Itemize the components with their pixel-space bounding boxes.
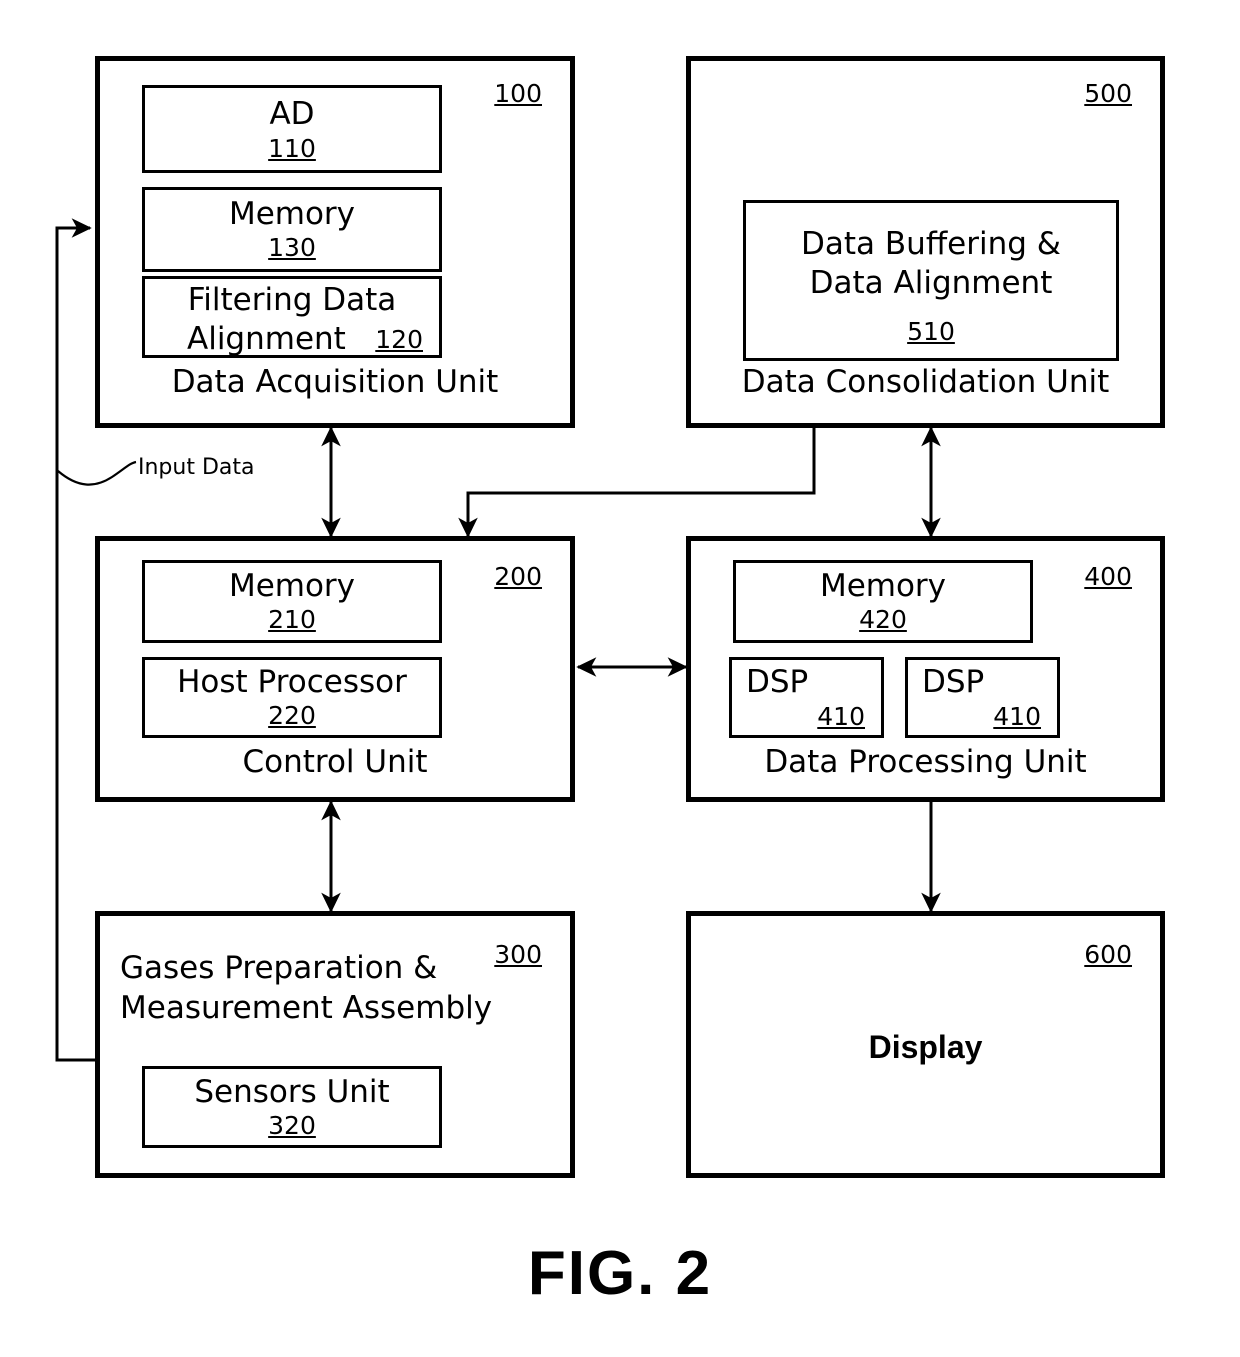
data-processing-unit-ref: 400	[1084, 562, 1132, 591]
control-unit-ref: 200	[494, 562, 542, 591]
display-label: Display	[868, 1029, 983, 1065]
sensors-unit-block[interactable]: Sensors Unit 320	[142, 1066, 442, 1148]
memory-420-block[interactable]: Memory 420	[733, 560, 1033, 643]
gases-preparation-name-line2: Measurement Assembly	[120, 990, 493, 1026]
gases-preparation-measurement-assembly[interactable]: 300 Gases Preparation & Measurement Asse…	[95, 911, 575, 1178]
memory-420-ref: 420	[859, 605, 907, 634]
dsp-left-ref: 410	[817, 702, 865, 731]
dsp-left-block[interactable]: DSP 410	[729, 657, 884, 738]
filtering-data-alignment-block[interactable]: Filtering Data Alignment 120	[142, 276, 442, 358]
data-acquisition-unit-ref: 100	[494, 79, 542, 108]
data-consolidation-unit[interactable]: 500 Data Buffering & Data Alignment 510 …	[686, 56, 1165, 428]
connector-gases-dau-feedback	[55, 218, 95, 1062]
filtering-data-alignment-ref: 120	[375, 325, 423, 354]
dsp-left-label: DSP	[746, 664, 809, 700]
memory-210-ref: 210	[268, 605, 316, 634]
data-consolidation-unit-ref: 500	[1084, 79, 1132, 108]
input-data-leader-line	[57, 460, 137, 486]
display-ref: 600	[1084, 940, 1132, 969]
ad-block[interactable]: AD 110	[142, 85, 442, 173]
control-unit[interactable]: 200 Memory 210 Host Processor 220 Contro…	[95, 536, 575, 802]
host-processor-label: Host Processor	[177, 664, 407, 700]
dsp-right-label: DSP	[922, 664, 985, 700]
data-processing-unit-name: Data Processing Unit	[764, 744, 1087, 780]
control-unit-name: Control Unit	[242, 744, 428, 780]
data-buffering-label-line1: Data Buffering &	[801, 226, 1061, 262]
memory-420-label: Memory	[819, 568, 947, 604]
input-data-label: Input Data	[138, 455, 255, 480]
ad-label: AD	[269, 96, 315, 132]
data-acquisition-unit[interactable]: 100 AD 110 Memory 130 Filtering Data Ali…	[95, 56, 575, 428]
data-buffering-ref: 510	[907, 317, 955, 346]
memory-210-block[interactable]: Memory 210	[142, 560, 442, 643]
data-buffering-label-line2: Data Alignment	[809, 265, 1053, 301]
filtering-data-alignment-label-line2: Alignment	[187, 321, 346, 357]
host-processor-block[interactable]: Host Processor 220	[142, 657, 442, 738]
memory-130-ref: 130	[268, 233, 316, 262]
figure-canvas: 100 AD 110 Memory 130 Filtering Data Ali…	[0, 0, 1240, 1357]
figure-caption: FIG. 2	[527, 1239, 713, 1308]
sensors-unit-ref: 320	[268, 1111, 316, 1140]
dsp-right-ref: 410	[993, 702, 1041, 731]
data-buffering-data-alignment-block[interactable]: Data Buffering & Data Alignment 510	[743, 200, 1119, 361]
gases-preparation-ref: 300	[494, 940, 542, 969]
filtering-data-alignment-label-line1: Filtering Data	[187, 282, 397, 318]
connector-dcu-control	[458, 428, 816, 538]
memory-130-label: Memory	[228, 196, 356, 232]
host-processor-ref: 220	[268, 701, 316, 730]
gases-preparation-name-line1: Gases Preparation &	[120, 950, 438, 986]
memory-210-label: Memory	[228, 568, 356, 604]
data-processing-unit[interactable]: 400 Memory 420 DSP 410 DSP 410 Data Proc…	[686, 536, 1165, 802]
ad-ref: 110	[268, 134, 316, 163]
sensors-unit-label: Sensors Unit	[194, 1074, 390, 1110]
dsp-right-block[interactable]: DSP 410	[905, 657, 1060, 738]
data-acquisition-unit-name: Data Acquisition Unit	[171, 364, 499, 400]
display-unit[interactable]: 600 Display	[686, 911, 1165, 1178]
data-consolidation-unit-name: Data Consolidation Unit	[741, 364, 1110, 400]
memory-130-block[interactable]: Memory 130	[142, 187, 442, 272]
